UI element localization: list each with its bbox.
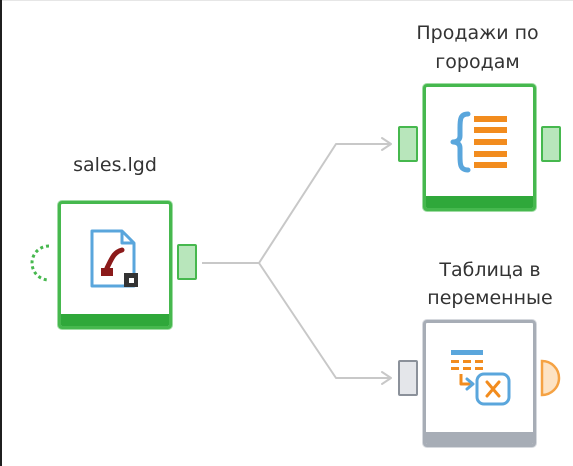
node-label-sales-file: sales.lgd (73, 154, 157, 176)
node-status-bar-table-to-variables (426, 432, 533, 444)
grouped-list-icon (450, 111, 507, 172)
node-label-sales-by-city-line1: Продажи по (416, 22, 539, 44)
node-icon-area (61, 204, 169, 314)
node-label-table-to-variables-line1: Таблица в (439, 259, 541, 281)
node-variable-output-port-table-to-variables[interactable] (540, 359, 562, 397)
node-input-port-sales-by-city[interactable] (398, 126, 418, 162)
node-input-port-table-to-variables[interactable] (398, 360, 418, 396)
node-output-port-sales-by-city[interactable] (541, 126, 561, 162)
connection-link-to-table-to-variables[interactable] (258, 262, 390, 379)
workflow-canvas[interactable]: sales.lgd Продажи по городам Таблица в п… (0, 0, 573, 466)
table-to-variable-icon (450, 349, 510, 405)
node-status-bar-sales-file (61, 314, 169, 326)
node-input-port-sales-file[interactable] (30, 244, 54, 282)
node-label-sales-by-city-line2: городам (435, 51, 520, 73)
node-status-bar-sales-by-city (426, 196, 533, 208)
connection-link-to-sales-by-city[interactable] (202, 143, 390, 264)
node-icon-area (426, 323, 533, 432)
node-body-sales-file[interactable] (58, 201, 172, 329)
node-body-sales-by-city[interactable] (423, 84, 536, 211)
data-file-icon (90, 229, 138, 288)
node-output-port-sales-file[interactable] (177, 244, 197, 280)
node-body-table-to-variables[interactable] (423, 320, 536, 447)
node-icon-area (426, 87, 533, 196)
node-label-table-to-variables-line2: переменные (427, 287, 553, 309)
